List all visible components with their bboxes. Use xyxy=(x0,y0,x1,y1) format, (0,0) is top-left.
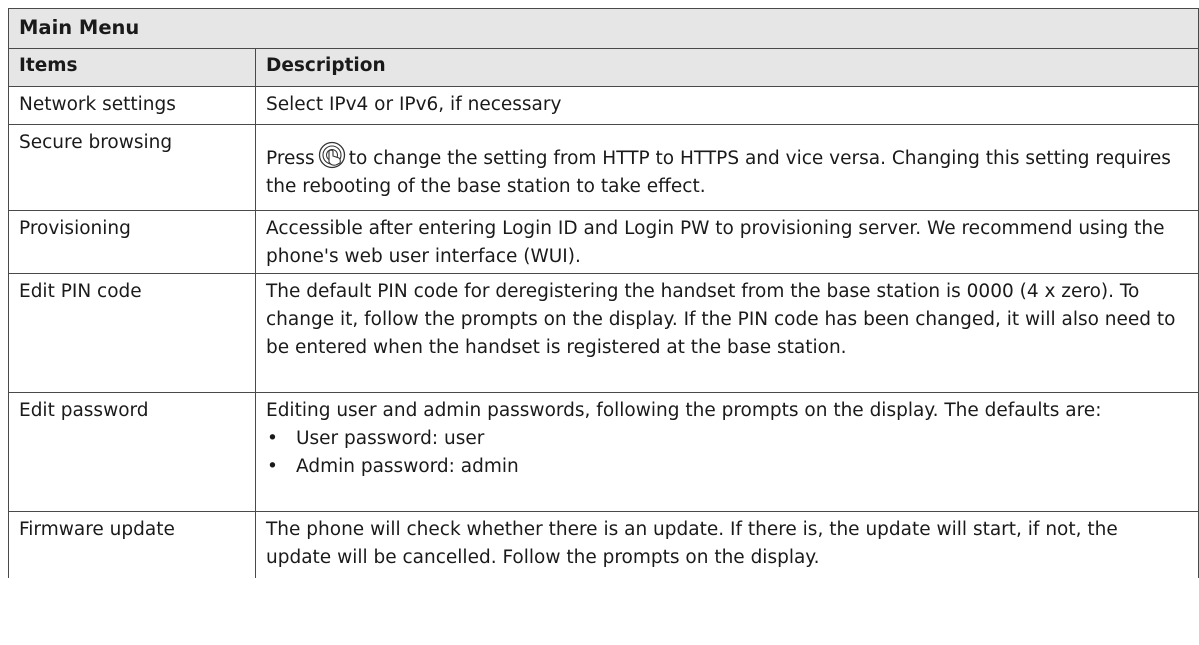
touch-press-icon xyxy=(318,141,346,169)
item-description: Editing user and admin passwords, follow… xyxy=(254,392,1199,512)
header-description: Description xyxy=(254,48,1199,87)
item-description: The default PIN code for deregistering t… xyxy=(254,273,1199,393)
description-text: to change the setting from HTTP to HTTPS… xyxy=(266,148,1171,197)
item-description: Select IPv4 or IPv6, if necessary xyxy=(254,86,1199,125)
item-description: Accessible after entering Login ID and L… xyxy=(254,210,1199,274)
item-description: Press to change the setting from HTTP to… xyxy=(254,124,1199,211)
table-row: Secure browsing Press to change the sett… xyxy=(8,124,1199,211)
table-row: Firmware update The phone will check whe… xyxy=(8,511,1199,578)
table-title-row: Main Menu xyxy=(7,8,1199,49)
table-row: Provisioning Accessible after entering L… xyxy=(8,210,1199,274)
item-name: Provisioning xyxy=(8,210,256,274)
item-description: The phone will check whether there is an… xyxy=(254,511,1199,578)
item-name: Edit PIN code xyxy=(8,273,256,393)
list-item: • Admin password: admin xyxy=(266,453,1188,481)
item-name: Secure browsing xyxy=(8,124,256,211)
table-row: Edit PIN code The default PIN code for d… xyxy=(8,273,1199,393)
header-items: Items xyxy=(8,48,256,87)
table-row: Edit password Editing user and admin pas… xyxy=(8,392,1199,512)
item-name: Network settings xyxy=(8,86,256,125)
bullet-icon: • xyxy=(267,456,278,477)
main-menu-table: Main Menu Items Description Network sett… xyxy=(7,8,1199,578)
table-title: Main Menu xyxy=(7,8,1199,49)
table-row: Network settings Select IPv4 or IPv6, if… xyxy=(8,86,1199,125)
item-name: Edit password xyxy=(8,392,256,512)
description-text: Editing user and admin passwords, follow… xyxy=(266,400,1102,421)
description-text: Press xyxy=(266,148,315,169)
defaults-list: • User password: user • Admin password: ad… xyxy=(266,425,1188,481)
table-header-row: Items Description xyxy=(8,48,1199,87)
item-name: Firmware update xyxy=(8,511,256,578)
list-item: • User password: user xyxy=(266,425,1188,453)
bullet-icon: • xyxy=(267,428,278,449)
